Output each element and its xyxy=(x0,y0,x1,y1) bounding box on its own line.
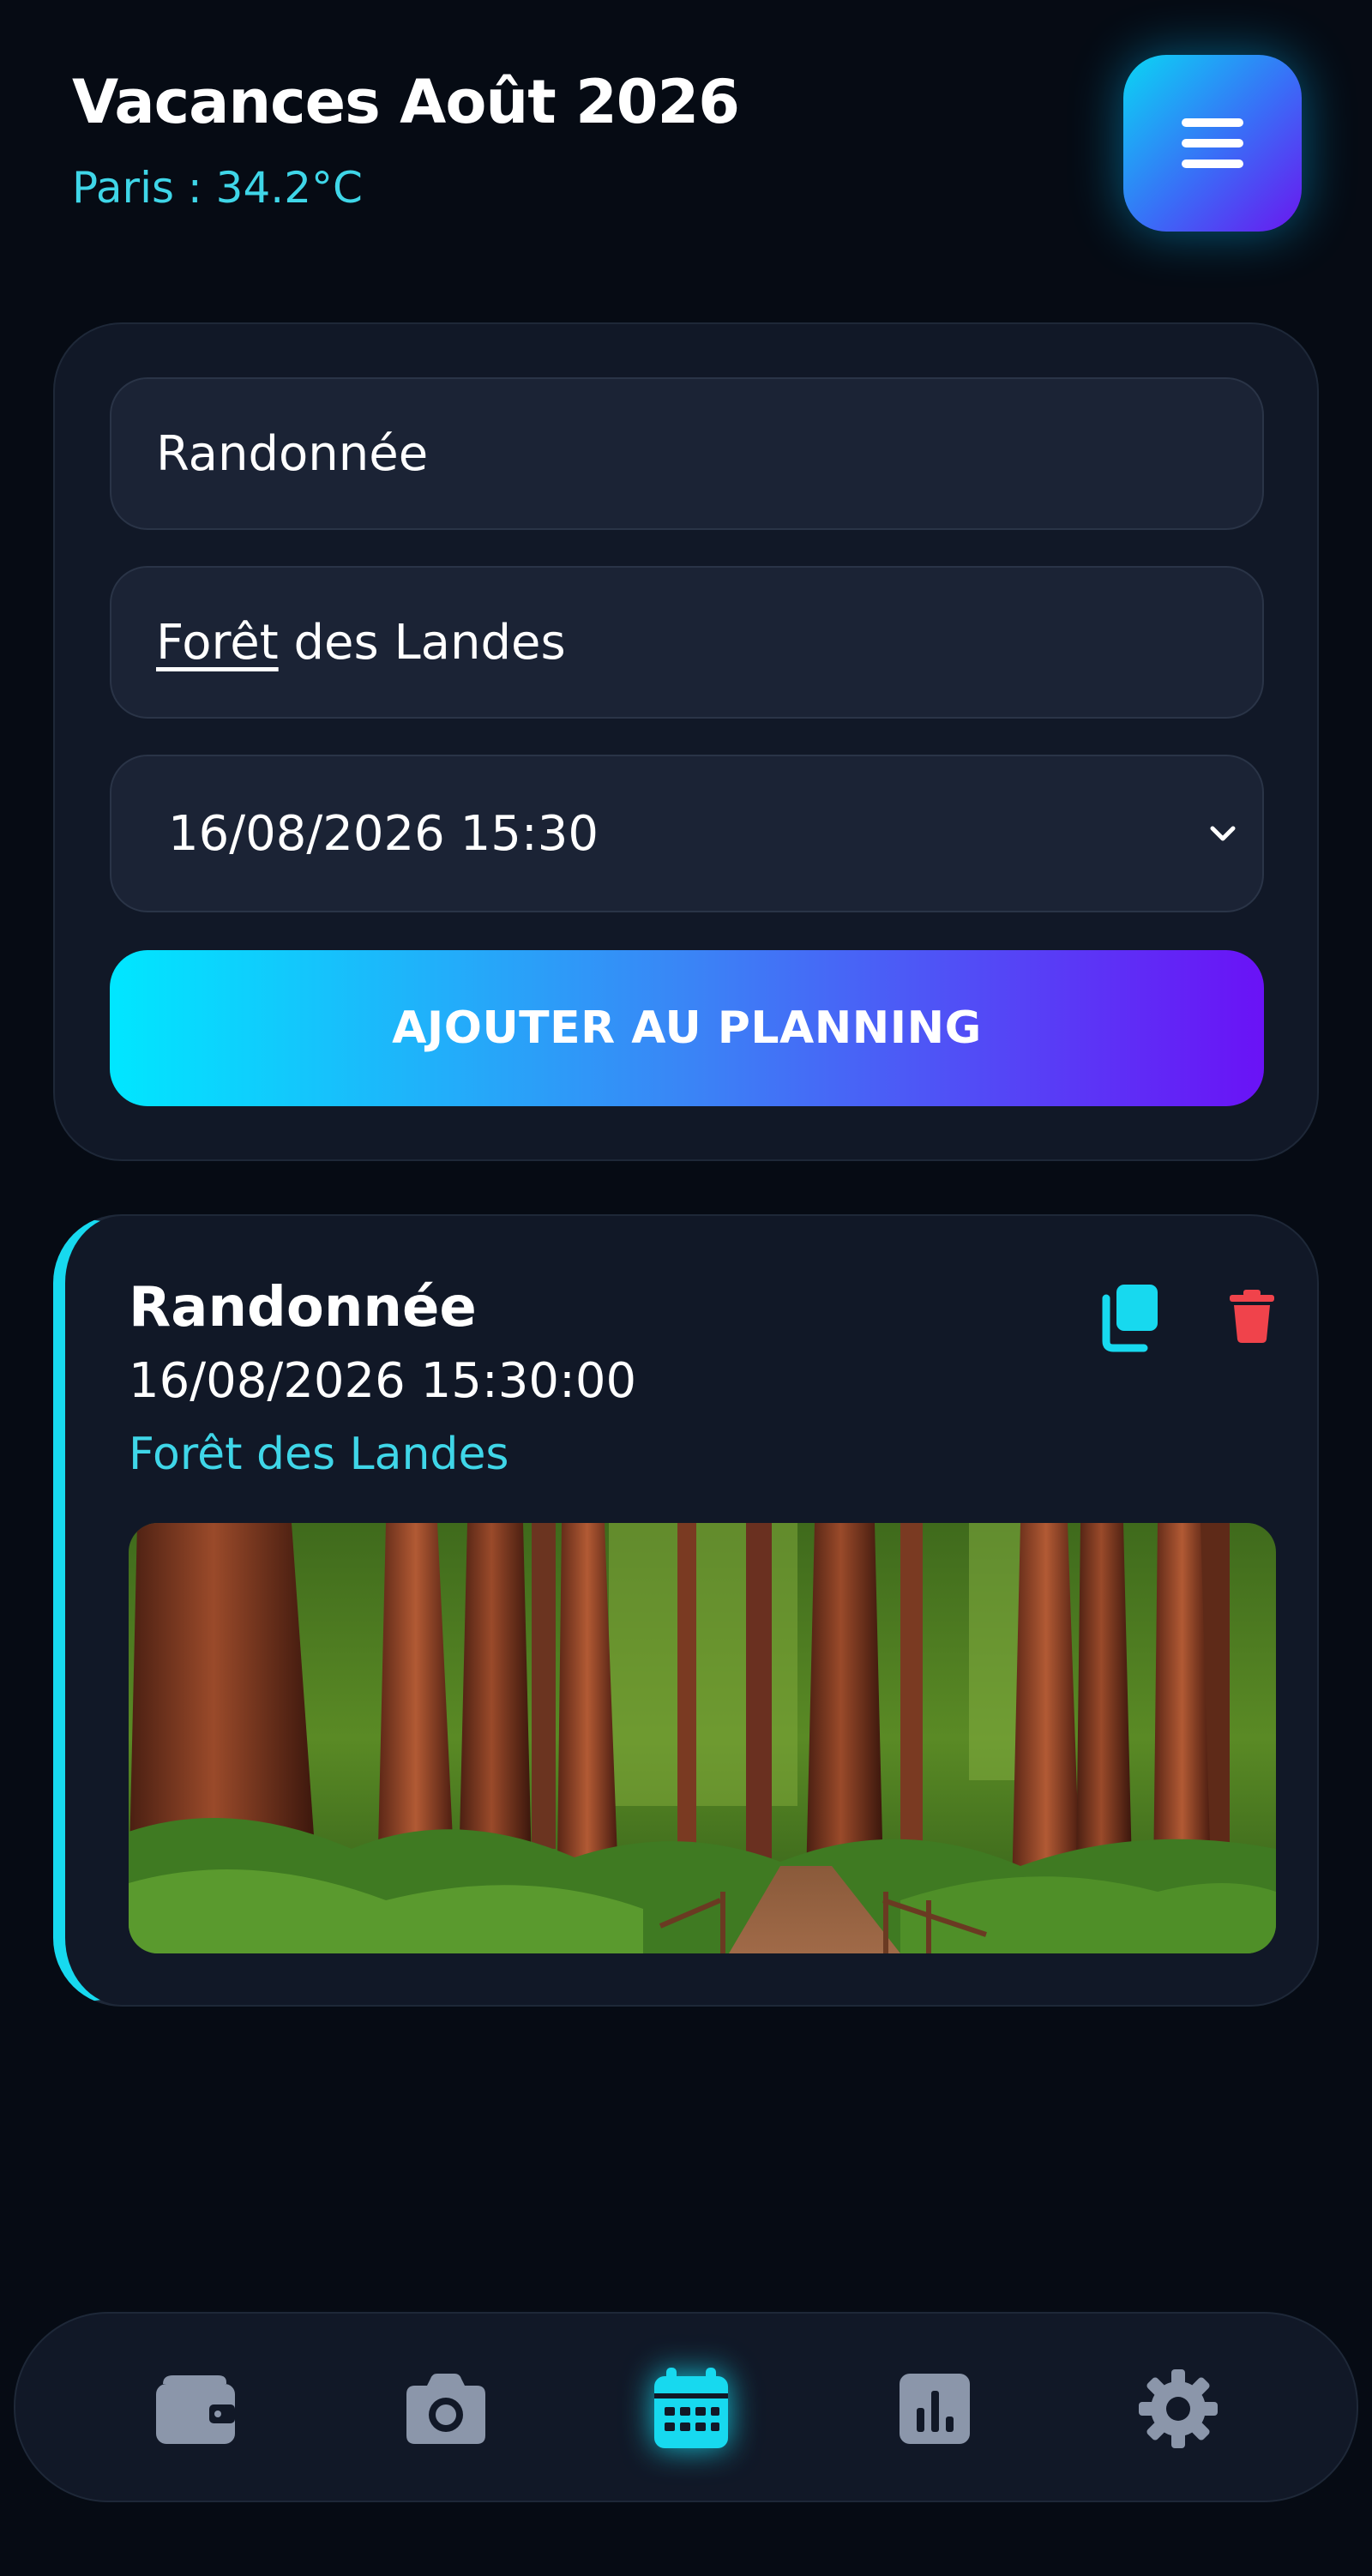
nav-calendar[interactable] xyxy=(631,2314,751,2504)
location-input[interactable]: Forêt des Landes xyxy=(110,566,1264,719)
nav-stats[interactable] xyxy=(875,2314,995,2504)
location-input-value-rest: des Landes xyxy=(278,614,566,671)
event-card: Randonnée 16/08/2026 15:30:00 Forêt des … xyxy=(53,1214,1319,2007)
nav-wallet[interactable] xyxy=(135,2314,256,2504)
hamburger-menu-icon xyxy=(1182,118,1243,168)
app-screen: Vacances Août 2026 Paris : 34.2°C Randon… xyxy=(0,0,1372,2576)
menu-button[interactable] xyxy=(1123,55,1302,232)
redwood-forest-trail-photo xyxy=(129,1523,1276,1953)
add-to-planning-button[interactable]: AJOUTER AU PLANNING xyxy=(110,950,1264,1106)
event-place: Forêt des Landes xyxy=(129,1429,509,1480)
bar-chart-icon xyxy=(900,2374,970,2444)
calendar-icon xyxy=(654,2368,728,2448)
bottom-nav xyxy=(14,2312,1358,2502)
event-datetime: 16/08/2026 15:30:00 xyxy=(129,1353,637,1409)
weather-readout: Paris : 34.2°C xyxy=(72,163,363,213)
add-event-form: Randonnée Forêt des Landes 16/08/2026 15… xyxy=(53,322,1319,1161)
trash-icon[interactable] xyxy=(1228,1288,1276,1345)
gear-icon xyxy=(1139,2369,1218,2448)
datetime-select[interactable]: 16/08/2026 15:30 xyxy=(110,755,1264,912)
location-input-value-first: Forêt xyxy=(156,614,279,671)
copy-icon[interactable] xyxy=(1094,1281,1163,1353)
activity-input[interactable]: Randonnée xyxy=(110,377,1264,530)
camera-icon xyxy=(406,2374,485,2444)
nav-camera[interactable] xyxy=(386,2314,506,2504)
event-title: Randonnée xyxy=(129,1276,477,1339)
page-title: Vacances Août 2026 xyxy=(72,67,740,137)
wallet-icon xyxy=(156,2375,235,2444)
nav-settings[interactable] xyxy=(1118,2314,1238,2504)
activity-input-value: Randonnée xyxy=(156,425,429,482)
chevron-down-icon xyxy=(1210,826,1236,841)
datetime-select-value: 16/08/2026 15:30 xyxy=(168,805,599,862)
